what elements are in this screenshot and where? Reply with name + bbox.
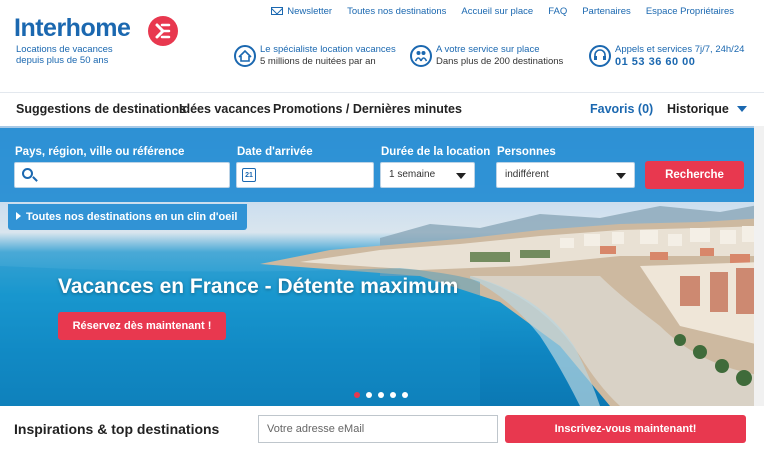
logo-tagline: Locations de vacances depuis plus de 50 … [16, 44, 166, 66]
top-links: Newsletter Toutes nos destinations Accue… [271, 6, 734, 17]
toplink-newsletter-label: Newsletter [287, 6, 333, 17]
house-icon [234, 45, 256, 67]
phone-number[interactable]: 01 53 36 60 00 [615, 56, 744, 68]
usp-specialist: Le spécialiste location vacances 5 milli… [234, 44, 396, 68]
nav-historique[interactable]: Historique [667, 102, 747, 116]
usp-phone: Appels et services 7j/7, 24h/24 01 53 36… [589, 44, 744, 68]
headset-icon [589, 45, 611, 67]
usp-service-line2: Dans plus de 200 destinations [436, 56, 564, 67]
nav-favoris[interactable]: Favoris (0) [590, 102, 653, 116]
logo-badge-icon [148, 16, 178, 46]
nav-suggestions[interactable]: Suggestions de destinations [16, 102, 186, 116]
duration-label: Durée de la location [381, 146, 491, 158]
nav-promotions[interactable]: Promotions / Dernières minutes [273, 102, 462, 116]
tagline-line1: Locations de vacances [16, 44, 113, 55]
logo[interactable]: Interhome Locations de vacances depuis p… [14, 14, 178, 66]
main-nav: Suggestions de destinations Idées vacanc… [0, 92, 764, 126]
search-bar: Pays, région, ville ou référence Date d'… [0, 128, 754, 202]
newsletter-strip: Inspirations & top destinations Votre ad… [0, 406, 764, 450]
usp-service-line1: A votre service sur place [436, 44, 540, 55]
search-icon [22, 168, 33, 179]
persons-label: Personnes [497, 146, 556, 158]
destination-label: Pays, région, ville ou référence [15, 146, 185, 158]
chevron-right-icon [16, 212, 21, 220]
destination-input[interactable] [14, 162, 230, 188]
hero-cta-button[interactable]: Réservez dès maintenant ! [58, 312, 226, 340]
carousel-dot[interactable] [402, 392, 408, 398]
usp-specialist-line1: Le spécialiste location vacances [260, 44, 396, 55]
search-button[interactable]: Recherche [645, 161, 744, 189]
toplink-faq[interactable]: FAQ [548, 6, 567, 17]
carousel-dot[interactable] [390, 392, 396, 398]
people-icon [410, 45, 432, 67]
logo-wordmark: Interhome [14, 14, 131, 42]
inspirations-heading: Inspirations & top destinations [14, 421, 220, 437]
hero-title: Vacances en France - Détente maximum [58, 275, 459, 298]
email-input[interactable]: Votre adresse eMail [258, 415, 498, 443]
persons-select[interactable]: indifférent [496, 162, 635, 188]
all-destinations-label: Toutes nos destinations en un clin d'oei… [26, 211, 238, 223]
envelope-icon [271, 7, 284, 15]
carousel-dots [354, 392, 408, 398]
carousel-dot[interactable] [366, 392, 372, 398]
all-destinations-link[interactable]: Toutes nos destinations en un clin d'oei… [8, 204, 248, 230]
site-header: Interhome Locations de vacances depuis p… [0, 0, 764, 92]
nav-historique-label: Historique [667, 102, 729, 116]
toplink-proprietaires[interactable]: Espace Propriétaires [646, 6, 734, 17]
duration-select[interactable]: 1 semaine [380, 162, 475, 188]
arrival-date-input[interactable] [236, 162, 374, 188]
toplink-accueil[interactable]: Accueil sur place [461, 6, 533, 17]
subscribe-button[interactable]: Inscrivez-vous maintenant! [505, 415, 746, 443]
scrollbar-track[interactable] [754, 126, 764, 450]
carousel-dot[interactable] [354, 392, 360, 398]
calendar-icon[interactable]: 21 [242, 168, 256, 182]
usp-specialist-line2: 5 millions de nuitées par an [260, 56, 376, 67]
carousel-dot[interactable] [378, 392, 384, 398]
usp-phone-line1: Appels et services 7j/7, 24h/24 [615, 44, 745, 55]
tagline-line2: depuis plus de 50 ans [16, 55, 109, 66]
arrival-label: Date d'arrivée [237, 146, 313, 158]
toplink-newsletter[interactable]: Newsletter [271, 6, 332, 17]
nav-idees[interactable]: Idées vacances [179, 102, 271, 116]
chevron-down-icon [736, 106, 747, 112]
toplink-partenaires[interactable]: Partenaires [582, 6, 631, 17]
toplink-destinations[interactable]: Toutes nos destinations [347, 6, 446, 17]
usp-service: A votre service sur place Dans plus de 2… [410, 44, 563, 68]
